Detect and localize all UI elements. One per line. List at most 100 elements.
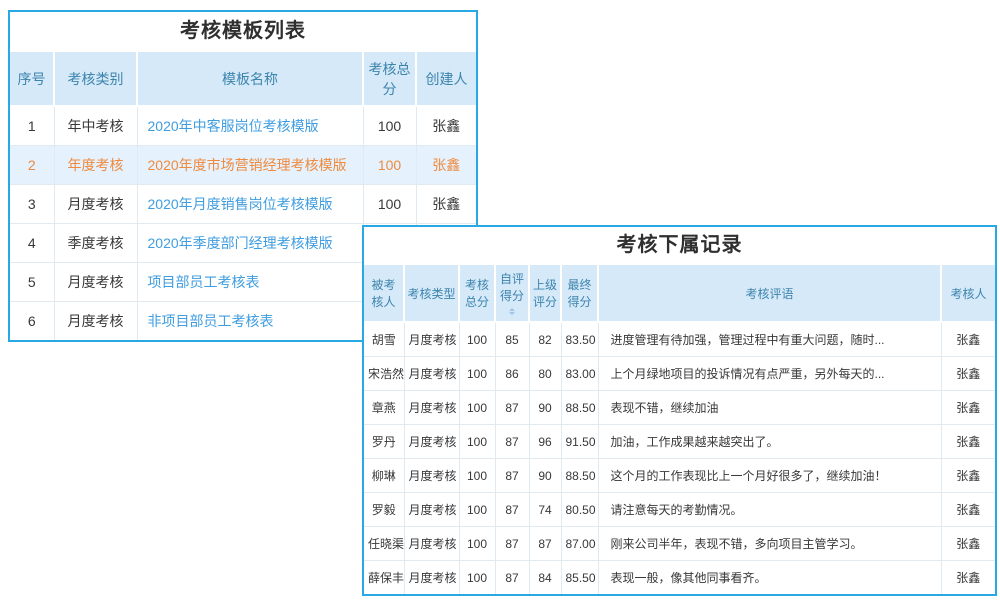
template-name-link[interactable]: 项目部员工考核表: [148, 274, 260, 290]
cell-comment: 刚来公司半年，表现不错，多向项目主管学习。: [598, 527, 941, 561]
cell-category: 月度考核: [54, 302, 137, 341]
cell-assess-type: 月度考核: [404, 322, 459, 357]
cell-final-score: 80.50: [561, 493, 598, 527]
template-name-link[interactable]: 非项目部员工考核表: [148, 313, 274, 329]
template-table-header-row: 序号 考核类别 模板名称 考核总分 创建人: [10, 51, 476, 106]
cell-assessor: 张鑫: [941, 561, 995, 595]
cell-assessee: 任晓渠: [364, 527, 404, 561]
record-table-row: 宋浩然 月度考核 100 86 80 83.00 上个月绿地项目的投诉情况有点严…: [364, 357, 995, 391]
template-name-link[interactable]: 2020年季度部门经理考核模版: [148, 235, 333, 251]
cell-final-score: 85.50: [561, 561, 598, 595]
column-header-superior-score: 上级评分: [529, 264, 561, 322]
record-table-row: 柳琳 月度考核 100 87 90 88.50 这个月的工作表现比上一个月好很多…: [364, 459, 995, 493]
record-table: 被考核人 考核类型 考核总分 自评得分 上级评分 最终得分 考核评语 考核人 胡…: [364, 263, 995, 594]
cell-template-name: 2020年月度销售岗位考核模版: [137, 185, 363, 224]
cell-template-name: 非项目部员工考核表: [137, 302, 363, 341]
cell-no: 3: [10, 185, 54, 224]
template-name-link[interactable]: 2020年度市场营销经理考核模版: [148, 157, 347, 173]
cell-self-score: 87: [495, 459, 529, 493]
cell-assessor: 张鑫: [941, 391, 995, 425]
cell-final-score: 87.00: [561, 527, 598, 561]
cell-comment: 加油，工作成果越来越突出了。: [598, 425, 941, 459]
cell-final-score: 88.50: [561, 391, 598, 425]
cell-creator: 张鑫: [416, 146, 476, 185]
cell-comment: 这个月的工作表现比上一个月好很多了，继续加油！: [598, 459, 941, 493]
cell-category: 月度考核: [54, 263, 137, 302]
cell-self-score: 86: [495, 357, 529, 391]
cell-template-name: 2020年中客服岗位考核模版: [137, 106, 363, 146]
cell-self-score: 85: [495, 322, 529, 357]
cell-comment: 表现不错，继续加油: [598, 391, 941, 425]
column-header-self-score[interactable]: 自评得分: [495, 264, 529, 322]
cell-total-score: 100: [363, 146, 416, 185]
column-header-final-score: 最终得分: [561, 264, 598, 322]
cell-self-score: 87: [495, 493, 529, 527]
template-name-link[interactable]: 2020年月度销售岗位考核模版: [148, 196, 333, 212]
record-table-row: 罗毅 月度考核 100 87 74 80.50 请注意每天的考勤情况。 张鑫: [364, 493, 995, 527]
template-table-row[interactable]: 3 月度考核 2020年月度销售岗位考核模版 100 张鑫: [10, 185, 476, 224]
record-table-row: 任晓渠 月度考核 100 87 87 87.00 刚来公司半年，表现不错，多向项…: [364, 527, 995, 561]
cell-creator: 张鑫: [416, 106, 476, 146]
cell-self-score: 87: [495, 425, 529, 459]
record-table-header-row: 被考核人 考核类型 考核总分 自评得分 上级评分 最终得分 考核评语 考核人: [364, 264, 995, 322]
template-table-row[interactable]: 2 年度考核 2020年度市场营销经理考核模版 100 张鑫: [10, 146, 476, 185]
cell-assessor: 张鑫: [941, 357, 995, 391]
cell-no: 6: [10, 302, 54, 341]
cell-comment: 上个月绿地项目的投诉情况有点严重，另外每天的...: [598, 357, 941, 391]
cell-comment: 进度管理有待加强，管理过程中有重大问题，随时...: [598, 322, 941, 357]
column-header-assessee: 被考核人: [364, 264, 404, 322]
cell-total-score: 100: [363, 185, 416, 224]
cell-final-score: 83.00: [561, 357, 598, 391]
column-header-total-score: 考核总分: [459, 264, 495, 322]
column-header-comment: 考核评语: [598, 264, 941, 322]
column-header-total-score: 考核总分: [363, 51, 416, 106]
cell-assess-type: 月度考核: [404, 357, 459, 391]
cell-assess-type: 月度考核: [404, 493, 459, 527]
cell-assessee: 胡雪: [364, 322, 404, 357]
cell-total-score: 100: [459, 425, 495, 459]
cell-category: 季度考核: [54, 224, 137, 263]
column-header-creator: 创建人: [416, 51, 476, 106]
cell-assessor: 张鑫: [941, 527, 995, 561]
cell-no: 1: [10, 106, 54, 146]
cell-superior-score: 96: [529, 425, 561, 459]
cell-comment: 表现一般，像其他同事看齐。: [598, 561, 941, 595]
template-table-row[interactable]: 1 年中考核 2020年中客服岗位考核模版 100 张鑫: [10, 106, 476, 146]
cell-assessee: 章燕: [364, 391, 404, 425]
cell-assessor: 张鑫: [941, 425, 995, 459]
column-header-assessor: 考核人: [941, 264, 995, 322]
cell-category: 月度考核: [54, 185, 137, 224]
cell-comment: 请注意每天的考勤情况。: [598, 493, 941, 527]
cell-template-name: 2020年季度部门经理考核模版: [137, 224, 363, 263]
cell-total-score: 100: [459, 391, 495, 425]
cell-no: 2: [10, 146, 54, 185]
cell-assessee: 罗丹: [364, 425, 404, 459]
cell-superior-score: 74: [529, 493, 561, 527]
column-header-template-name: 模板名称: [137, 51, 363, 106]
cell-assessor: 张鑫: [941, 322, 995, 357]
cell-template-name: 项目部员工考核表: [137, 263, 363, 302]
sort-icon[interactable]: [509, 305, 515, 316]
cell-assessee: 宋浩然: [364, 357, 404, 391]
cell-no: 5: [10, 263, 54, 302]
column-header-assess-type: 考核类型: [404, 264, 459, 322]
cell-total-score: 100: [459, 527, 495, 561]
record-table-panel: 考核下属记录 被考核人 考核类型 考核总分 自评得分 上级评分 最终得分 考核评…: [362, 225, 997, 596]
column-header-category: 考核类别: [54, 51, 137, 106]
record-table-row: 胡雪 月度考核 100 85 82 83.50 进度管理有待加强，管理过程中有重…: [364, 322, 995, 357]
cell-total-score: 100: [459, 459, 495, 493]
cell-self-score: 87: [495, 561, 529, 595]
cell-superior-score: 90: [529, 459, 561, 493]
self-score-label: 自评得分: [498, 270, 526, 304]
cell-superior-score: 87: [529, 527, 561, 561]
record-table-title: 考核下属记录: [364, 227, 995, 263]
cell-assessee: 柳琳: [364, 459, 404, 493]
cell-assessee: 薛保丰: [364, 561, 404, 595]
cell-assess-type: 月度考核: [404, 561, 459, 595]
cell-self-score: 87: [495, 527, 529, 561]
cell-superior-score: 90: [529, 391, 561, 425]
template-name-link[interactable]: 2020年中客服岗位考核模版: [148, 118, 319, 134]
cell-assess-type: 月度考核: [404, 425, 459, 459]
column-header-no: 序号: [10, 51, 54, 106]
cell-assess-type: 月度考核: [404, 527, 459, 561]
